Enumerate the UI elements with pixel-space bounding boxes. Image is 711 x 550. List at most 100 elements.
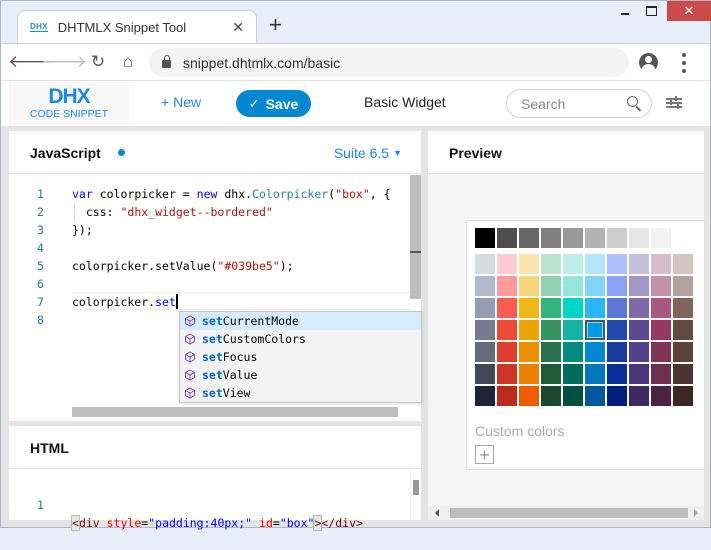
color-swatch[interactable] [519,254,539,274]
color-swatch[interactable] [541,364,561,384]
color-swatch[interactable] [563,276,583,296]
suggestion-item[interactable]: set View [180,384,421,402]
color-swatch[interactable] [497,276,517,296]
color-swatch[interactable] [475,276,495,296]
color-swatch[interactable] [607,364,627,384]
color-swatch[interactable] [585,364,605,384]
scroll-left-arrow-icon[interactable] [435,509,439,517]
save-button[interactable]: ✓ Save [236,90,311,117]
color-swatch[interactable] [541,298,561,318]
html-code-editor[interactable]: 1 <div style="padding:40px;" id="box"></… [9,470,421,531]
new-tab-button[interactable]: + [269,14,282,36]
color-swatch[interactable] [585,228,605,248]
editor-horizontal-scroll-thumb[interactable] [72,407,398,417]
color-swatch[interactable] [651,254,671,274]
color-swatch[interactable] [629,320,649,340]
color-swatch[interactable] [497,342,517,362]
color-swatch[interactable] [585,342,605,362]
color-swatch[interactable] [475,386,495,406]
version-select[interactable]: Suite 6.5 ▼ [334,145,402,161]
color-swatch[interactable] [673,276,693,296]
code-text[interactable]: <div style="padding:40px;" id="box"></di… [71,514,363,532]
color-swatch[interactable] [519,342,539,362]
color-swatch[interactable] [519,320,539,340]
search-box[interactable] [506,89,652,118]
color-swatch[interactable] [629,342,649,362]
color-swatch[interactable] [563,320,583,340]
color-swatch[interactable] [629,254,649,274]
color-swatch[interactable] [651,342,671,362]
scroll-right-arrow-icon[interactable] [694,509,698,517]
color-swatch[interactable] [519,364,539,384]
color-swatch[interactable] [651,320,671,340]
color-swatch[interactable] [497,386,517,406]
close-window-button[interactable]: ✕ [667,1,711,21]
color-swatch[interactable] [563,254,583,274]
color-swatch[interactable] [497,298,517,318]
color-swatch[interactable] [475,364,495,384]
color-swatch[interactable] [497,320,517,340]
color-swatch[interactable] [629,228,649,248]
color-swatch[interactable] [607,276,627,296]
editor-vertical-scroll-thumb[interactable] [410,175,421,299]
color-swatch[interactable] [563,364,583,384]
color-swatch[interactable] [563,298,583,318]
color-swatch[interactable] [541,276,561,296]
color-swatch[interactable] [673,320,693,340]
color-swatch[interactable] [585,386,605,406]
color-swatch[interactable] [651,276,671,296]
color-swatch[interactable] [519,298,539,318]
html-vertical-scrollbar[interactable] [410,470,421,520]
url-text[interactable]: snippet.dhtmlx.com/basic [183,55,340,71]
color-swatch[interactable] [475,342,495,362]
dhx-logo[interactable]: DHX CODE SNIPPET [9,81,129,126]
color-swatch[interactable] [563,228,583,248]
color-swatch[interactable] [629,276,649,296]
code-text[interactable]: colorpicker.setValue("#039be5"); [72,257,294,275]
color-swatch[interactable] [629,386,649,406]
html-vertical-scroll-thumb[interactable] [413,480,419,495]
code-text[interactable]: colorpicker.set [72,293,178,311]
color-swatch[interactable] [673,342,693,362]
color-swatch[interactable] [541,320,561,340]
suggestion-item[interactable]: set CustomColors [180,330,421,348]
color-swatch[interactable] [629,298,649,318]
color-swatch[interactable] [541,254,561,274]
color-swatch[interactable] [607,254,627,274]
reload-icon[interactable]: ↻ [87,51,109,73]
color-swatch[interactable] [585,276,605,296]
code-text[interactable]: var colorpicker = new dhx.Colorpicker("b… [72,185,391,203]
home-icon[interactable]: ⌂ [117,51,139,73]
color-swatch[interactable] [607,298,627,318]
browser-tab[interactable]: DHX DHTMLX Snippet Tool ✕ [17,10,257,43]
settings-sliders-icon[interactable] [666,96,682,110]
color-swatch[interactable] [563,342,583,362]
snippet-title[interactable]: Basic Widget [364,94,446,110]
browser-menu-icon[interactable] [681,53,687,73]
code-text[interactable]: }); [72,221,93,239]
new-snippet-button[interactable]: + New [161,94,201,110]
color-swatch[interactable] [475,254,495,274]
preview-horizontal-scrollbar[interactable] [428,506,704,520]
color-swatch[interactable] [673,364,693,384]
color-swatch[interactable] [475,228,495,248]
profile-avatar-icon[interactable] [639,53,658,72]
color-swatch[interactable] [519,228,539,248]
forward-arrow-icon[interactable]: 🡒 [41,51,87,73]
color-swatch[interactable] [541,342,561,362]
color-swatch[interactable] [497,254,517,274]
preview-horizontal-scroll-thumb[interactable] [450,508,688,518]
color-swatch[interactable] [541,228,561,248]
suggestion-item[interactable]: set CurrentMode [180,312,421,330]
back-arrow-icon[interactable]: 🡐 [8,51,54,73]
color-swatch[interactable] [475,320,495,340]
color-swatch[interactable] [651,386,671,406]
color-swatch[interactable] [607,228,627,248]
color-swatch[interactable] [651,298,671,318]
suggestion-item[interactable]: set Value [180,366,421,384]
color-swatch[interactable] [673,386,693,406]
color-swatch[interactable] [651,364,671,384]
color-swatch[interactable] [673,254,693,274]
minimize-button[interactable] [615,1,635,21]
color-swatch[interactable] [497,228,517,248]
